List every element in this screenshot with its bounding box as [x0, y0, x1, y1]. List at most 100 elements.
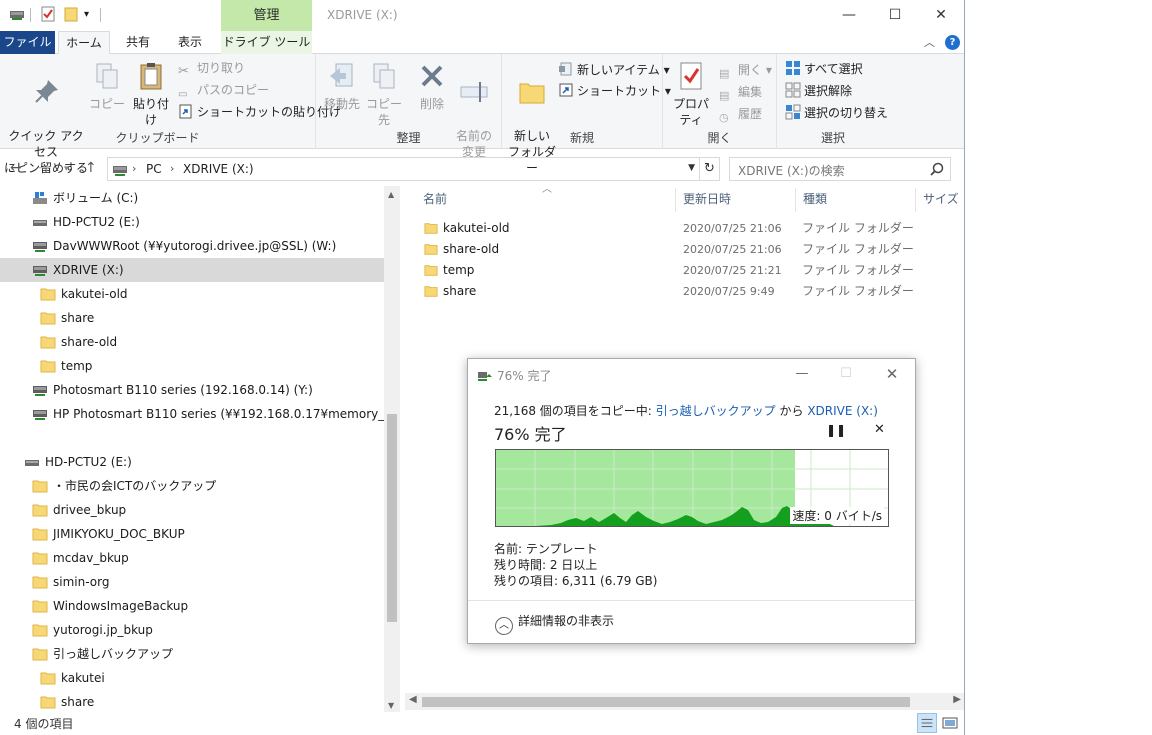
large-icons-view-icon[interactable] [940, 713, 960, 733]
scroll-down-arrow-icon[interactable]: ▼ [388, 701, 394, 710]
select-all-button[interactable]: すべて選択 [785, 59, 863, 79]
cancel-copy-icon[interactable]: ✕ [874, 422, 885, 437]
destination-link[interactable]: XDRIVE (X:) [807, 404, 878, 418]
easy-access-button[interactable]: ショートカット ▾ [558, 81, 671, 101]
nav-item[interactable]: kakutei-old [0, 282, 384, 306]
copy-button[interactable]: コピー [88, 60, 126, 112]
tab-file[interactable]: ファイル [0, 31, 55, 54]
column-header-type[interactable]: 種類 [803, 190, 827, 207]
maximize-button[interactable]: ☐ [872, 3, 918, 27]
nav-item[interactable]: share-old [0, 330, 384, 354]
tab-view[interactable]: 表示 [165, 31, 215, 54]
dialog-close-button[interactable]: ✕ [876, 363, 908, 385]
copy-path-button[interactable]: ▭ パスのコピー [178, 80, 269, 100]
horizontal-scrollbar[interactable]: ◀ ▶ [405, 693, 964, 710]
nav-item[interactable]: WindowsImageBackup [0, 594, 384, 618]
customize-quick-access-icon[interactable]: ▾ [84, 9, 100, 25]
nav-item[interactable]: share [0, 306, 384, 330]
breadcrumb-xdrive[interactable]: XDRIVE (X:) [183, 162, 254, 176]
search-placeholder: XDRIVE (X:)の検索 [738, 164, 845, 178]
scroll-right-arrow-icon[interactable]: ▶ [953, 694, 961, 705]
drive-icon[interactable] [9, 6, 25, 22]
move-to-button[interactable]: 移動先 [320, 60, 364, 112]
tab-drive-tools[interactable]: ドライブ ツール [221, 31, 312, 54]
collapse-ribbon-icon[interactable]: ︿ [924, 34, 935, 50]
forward-arrow-icon[interactable]: → [38, 160, 50, 176]
folder-icon [32, 504, 48, 517]
delete-button[interactable]: 削除 [410, 60, 454, 112]
recent-locations-icon[interactable]: ▾ [64, 164, 69, 174]
invert-selection-button[interactable]: 選択の切り替え [785, 103, 888, 123]
column-header-name[interactable]: 名前 [423, 190, 447, 207]
close-button[interactable]: ✕ [918, 3, 964, 27]
select-none-button[interactable]: 選択解除 [785, 81, 852, 101]
current-file-name: 名前: テンプレート [494, 542, 598, 556]
nav-item[interactable]: yutorogi.jp_bkup [0, 618, 384, 642]
nav-item[interactable]: drivee_bkup [0, 498, 384, 522]
up-arrow-icon[interactable]: ↑ [85, 160, 97, 176]
nav-item[interactable]: mcdav_bkup [0, 546, 384, 570]
search-box[interactable]: XDRIVE (X:)の検索 [729, 157, 951, 181]
file-row[interactable]: share-old 2020/07/25 21:06 ファイル フォルダー [420, 239, 960, 260]
copy-progress-dialog: 76% 完了 — ☐ ✕ 21,168 個の項目をコピー中: 引っ越しバックアッ… [467, 358, 916, 644]
nav-item[interactable]: ボリューム (C:) [0, 186, 384, 210]
column-header-size[interactable]: サイズ [923, 190, 959, 207]
folder-icon [424, 223, 438, 234]
file-row[interactable]: kakutei-old 2020/07/25 21:06 ファイル フォルダー [420, 218, 960, 239]
nav-item[interactable]: temp [0, 354, 384, 378]
tab-share[interactable]: 共有 [113, 31, 163, 54]
nav-item[interactable]: Photosmart B110 series (192.168.0.14) (Y… [0, 378, 384, 402]
folder-icon [32, 648, 48, 661]
nav-item[interactable]: JIMIKYOKU_DOC_BKUP [0, 522, 384, 546]
navigation-pane-scrollbar[interactable]: ▲ ▼ [384, 186, 400, 712]
breadcrumb-pc[interactable]: PC [146, 162, 162, 176]
fewer-details-button[interactable]: ︿ 詳細情報の非表示 [495, 612, 614, 635]
nav-item[interactable]: ・市民の会ICTのバックアップ [0, 474, 384, 498]
scrollbar-thumb[interactable] [387, 414, 397, 622]
column-header-date[interactable]: 更新日時 [683, 190, 731, 207]
file-row[interactable]: temp 2020/07/25 21:21 ファイル フォルダー [420, 260, 960, 281]
nav-item[interactable]: 引っ越しバックアップ [0, 642, 384, 666]
help-icon[interactable]: ? [945, 35, 960, 50]
nav-item-label: WindowsImageBackup [53, 599, 189, 613]
properties-icon [680, 62, 702, 90]
scrollbar-thumb[interactable] [422, 697, 910, 707]
file-row[interactable]: share 2020/07/25 9:49 ファイル フォルダー [420, 281, 960, 302]
refresh-button[interactable]: ↻ [700, 157, 720, 181]
properties-icon[interactable] [40, 6, 56, 22]
nav-item[interactable]: DavWWWRoot (¥¥yutorogi.drivee.jp@SSL) (W… [0, 234, 384, 258]
new-folder-icon[interactable] [63, 6, 79, 22]
dialog-minimize-button[interactable]: — [786, 363, 818, 385]
tab-home[interactable]: ホーム [58, 31, 110, 55]
minimize-button[interactable]: — [826, 3, 872, 27]
nav-item[interactable]: kakutei [0, 666, 384, 690]
copy-to-button[interactable]: コピー先 [362, 60, 406, 128]
open-button[interactable]: ▤ 開く ▾ [719, 60, 772, 80]
navigation-pane: ボリューム (C:) HD-PCTU2 (E:) DavWWWRoot (¥¥yut… [0, 186, 400, 712]
file-date-modified: 2020/07/25 21:06 [683, 243, 782, 256]
nav-item[interactable]: simin-org [0, 570, 384, 594]
scroll-up-arrow-icon[interactable]: ▲ [388, 190, 394, 199]
paste-button[interactable]: 貼り付け [128, 60, 174, 128]
source-link[interactable]: 引っ越しバックアップ [656, 404, 776, 418]
file-type: ファイル フォルダー [802, 263, 914, 277]
new-item-button[interactable]: 新しいアイテム ▾ [558, 60, 670, 80]
nav-item[interactable]: HP Photosmart B110 series (¥¥192.168.0.1… [0, 402, 400, 426]
address-bar[interactable]: › PC › XDRIVE (X:) ▼ [107, 157, 700, 181]
dialog-maximize-button[interactable]: ☐ [830, 363, 862, 385]
nav-item-label: kakutei-old [61, 287, 128, 301]
address-dropdown-icon[interactable]: ▼ [688, 163, 695, 173]
nav-item[interactable]: XDRIVE (X:) [0, 258, 384, 282]
pause-icon[interactable]: ❚❚ [826, 423, 846, 437]
cut-button[interactable]: ✂ 切り取り [178, 58, 245, 79]
history-button[interactable]: ◷ 履歴 [719, 104, 762, 124]
scroll-left-arrow-icon[interactable]: ◀ [409, 694, 417, 705]
nav-item[interactable]: HD-PCTU2 (E:) [0, 450, 384, 474]
nav-item[interactable]: HD-PCTU2 (E:) [0, 210, 384, 234]
details-view-icon[interactable] [917, 713, 937, 733]
nav-item[interactable]: share [0, 690, 384, 712]
properties-button[interactable]: プロパティ [667, 60, 715, 128]
edit-button[interactable]: ▤ 編集 [719, 82, 762, 102]
back-arrow-icon[interactable]: ← [10, 160, 22, 176]
